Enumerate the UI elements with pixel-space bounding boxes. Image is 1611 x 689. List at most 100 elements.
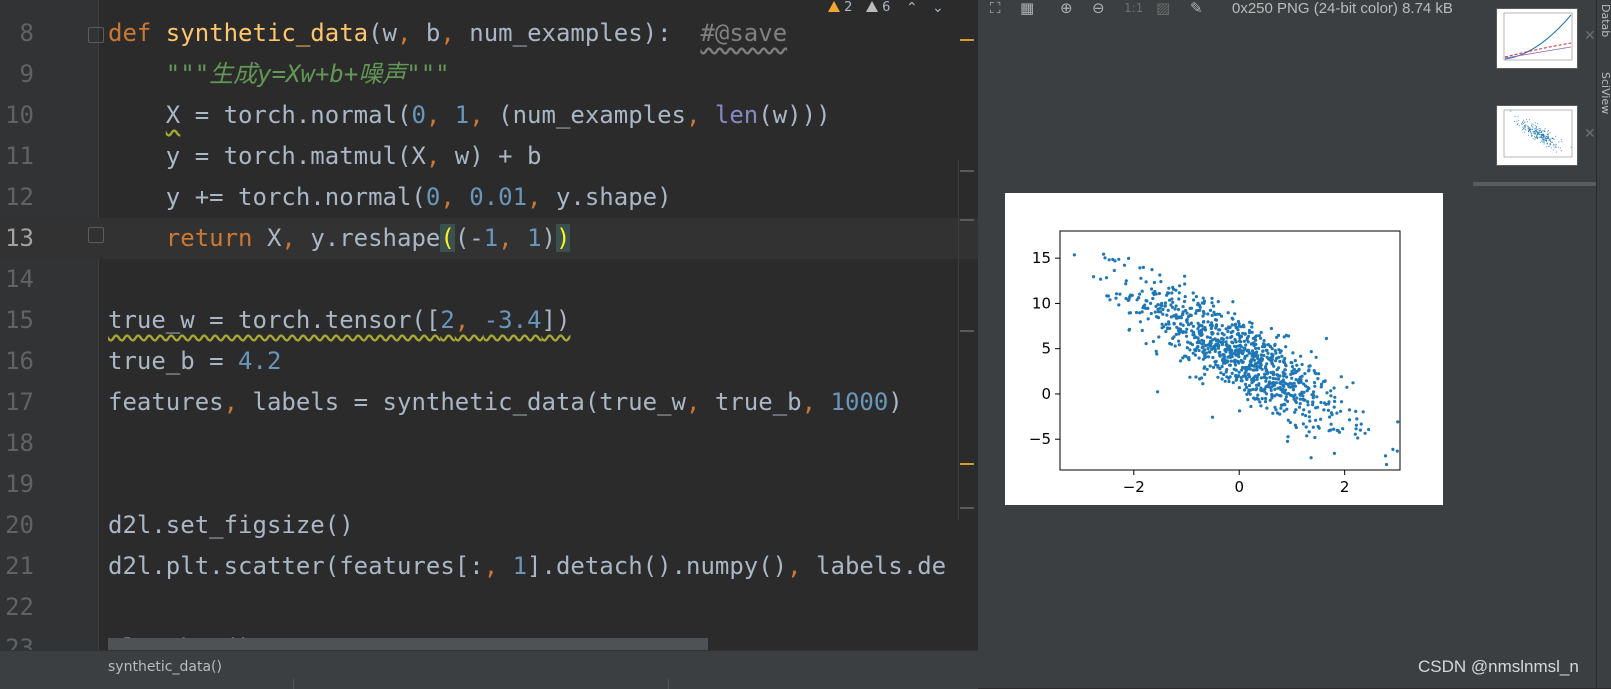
scatter-point [1302,390,1306,394]
close-thumbnail-icon[interactable]: ✕ [1584,126,1596,142]
scatter-point [1316,377,1320,381]
thumbnail-point [1531,136,1533,137]
thumbnail-point [1522,129,1524,131]
code-token: 0.01 [469,183,528,211]
scatter-point [1225,336,1229,340]
scatter-point [1285,439,1290,443]
code-line[interactable]: 9 """生成y=Xw+b+噪声""" [0,54,978,95]
scatter-point [1269,388,1273,392]
background-icon[interactable]: ▨ [1156,1,1170,16]
code-line[interactable]: 16 true_b = 4.2 [0,341,978,382]
code-text[interactable]: d2l.set_figsize() [108,505,354,546]
scatter-point [1241,374,1245,378]
code-text[interactable]: true_w = torch.tensor([2, -3.4]) [108,300,570,341]
previous-highlight-icon[interactable]: ⌃ [906,0,918,16]
code-text[interactable]: """生成y=Xw+b+噪声""" [108,54,450,95]
scatter-point [1335,411,1339,415]
grid-icon[interactable]: ▦ [1020,1,1034,16]
code-line[interactable]: 17 features, labels = synthetic_data(true… [0,382,978,423]
code-text[interactable]: y = torch.matmul(X, w) + b [108,136,542,177]
code-line[interactable]: 19 [0,464,978,505]
code-line[interactable]: 22 [0,587,978,628]
plot-thumbnail-selected[interactable] [1496,105,1578,166]
code-line[interactable]: 18 [0,423,978,464]
code-line[interactable]: 15 true_w = torch.tensor([2, -3.4]) [0,300,978,341]
thumbnail-point [1550,143,1551,145]
color-picker-icon[interactable]: ✎ [1190,1,1203,16]
scatter-point [1292,395,1296,399]
thumbnail-point [1558,141,1560,143]
actual-size-icon[interactable]: 1:1 [1124,1,1143,15]
scatter-point [1112,268,1116,273]
scatter-point [1140,289,1144,293]
code-text[interactable]: def synthetic_data(w, b, num_examples): … [108,13,787,54]
code-text[interactable]: X = torch.normal(0, 1, (num_examples, le… [108,95,831,136]
breadcrumb[interactable]: synthetic_data() [108,659,222,675]
thumbnail-point [1536,134,1538,135]
vertical-scrollbar[interactable] [958,160,971,520]
error-stripe-mark[interactable] [960,39,974,41]
code-line[interactable]: 20 d2l.set_figsize() [0,505,978,546]
scatter-point [1286,418,1290,422]
code-line[interactable]: 21 d2l.plt.scatter(features[:, 1].detach(… [0,546,978,587]
thumbnail-point [1545,139,1547,141]
code-line[interactable]: 8 def synthetic_data(w, b, num_examples):… [0,13,978,54]
code-text[interactable]: return X, y.reshape((-1, 1)) [108,218,571,259]
thumbnail-point [1537,132,1539,134]
scatter-point [1202,311,1206,315]
scatter-point [1228,375,1232,379]
horizontal-scrollbar-thumb[interactable] [108,638,708,650]
scatter-point [1203,372,1207,376]
code-editor[interactable]: 8 def synthetic_data(w, b, num_examples):… [0,0,978,650]
scatter-point [1220,331,1224,335]
code-text[interactable]: d2l.plt.scatter(features[:, 1].detach().… [108,546,946,587]
close-thumbnail-icon[interactable]: ✕ [1584,28,1596,44]
code-text[interactable]: features, labels = synthetic_data(true_w… [108,382,903,423]
zoom-out-icon[interactable]: ⊖ [1092,1,1105,16]
thumbnail-strip-scrollbar[interactable] [1473,182,1596,186]
code-line[interactable]: 12 y += torch.normal(0, 0.01, y.shape) [0,177,978,218]
fit-screen-icon[interactable]: ⛶ [990,1,1001,16]
scatter-point [1279,382,1283,386]
scatter-point [1295,363,1299,367]
weak-warning-count[interactable]: 6 [866,0,890,16]
error-stripe-mark[interactable] [960,463,974,465]
scatter-point [1367,427,1371,432]
code-text[interactable]: true_b = 4.2 [108,341,281,382]
code-token: """生成y=Xw+b+噪声""" [165,60,450,88]
scatter-point [1208,350,1212,354]
database-tab[interactable]: Datab [1597,4,1611,37]
sciview-tab[interactable]: SciView [1597,72,1611,114]
thumbnail-point [1524,125,1526,127]
error-stripe-mark[interactable] [960,507,974,509]
scatter-point [1174,304,1178,308]
zoom-in-icon[interactable]: ⊕ [1060,1,1073,16]
code-line[interactable]: 13 return X, y.reshape((-1, 1)) [0,218,978,259]
scatter-point [1231,381,1235,385]
code-line[interactable]: 10 X = torch.normal(0, 1, (num_examples,… [0,95,978,136]
scatter-point [1333,399,1337,403]
code-line[interactable]: 14 [0,259,978,300]
warning-count[interactable]: 2 [828,0,852,16]
fold-marker[interactable] [88,27,104,43]
code-text[interactable]: y += torch.normal(0, 0.01, y.shape) [108,177,672,218]
scatter-point [1306,385,1310,390]
thumbnail-point [1523,125,1525,127]
fold-marker[interactable] [88,227,104,243]
thumbnail-point [1534,122,1536,124]
scatter-point [1151,339,1155,344]
scatter-point [1211,304,1216,308]
thumbnail-point [1546,140,1548,142]
next-highlight-icon[interactable]: ⌄ [932,0,944,16]
scatter-point [1184,330,1188,334]
error-stripe-mark[interactable] [960,170,974,172]
scatter-point [1282,384,1286,388]
plot-thumbnail[interactable] [1496,8,1578,69]
error-stripe-mark[interactable] [960,219,974,221]
scatter-point [1181,313,1185,317]
scatter-point [1194,375,1198,379]
code-line[interactable]: 11 y = torch.matmul(X, w) + b [0,136,978,177]
code-token: , [397,19,426,47]
error-stripe-mark[interactable] [960,330,974,332]
thumbnail-point [1535,126,1537,128]
